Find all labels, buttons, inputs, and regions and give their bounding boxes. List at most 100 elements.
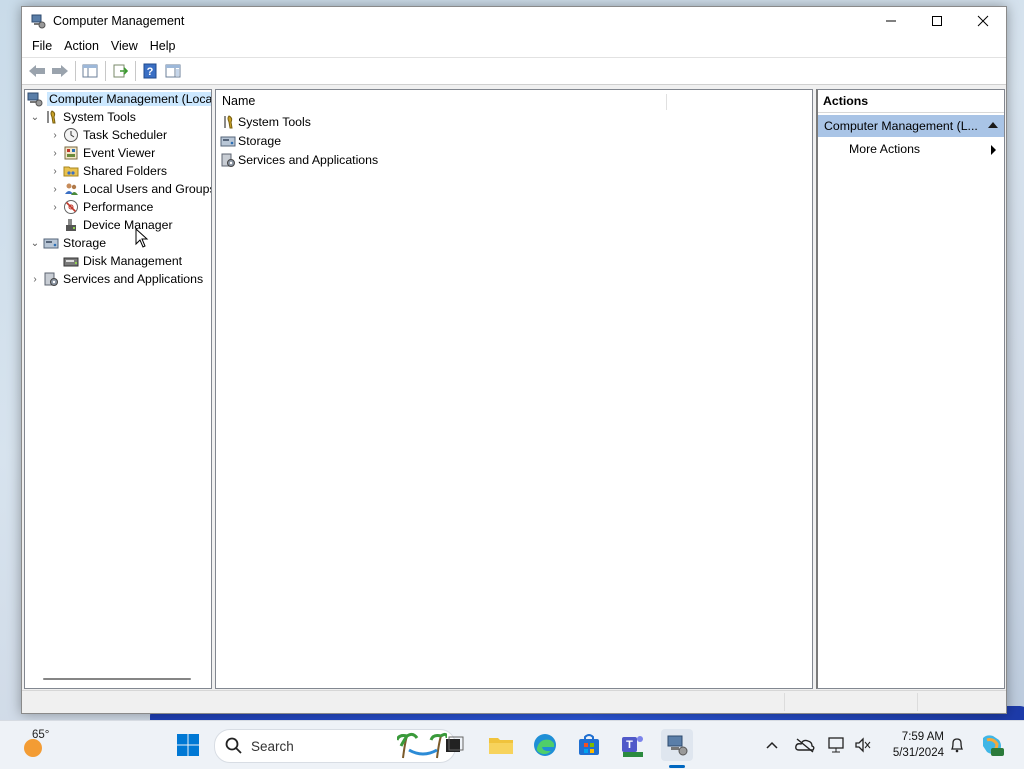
computer-management-icon <box>27 91 43 107</box>
network-icon <box>828 737 844 753</box>
tree-item-event-viewer[interactable]: › Event Viewer <box>47 144 155 162</box>
teams-button[interactable]: T <box>617 729 649 761</box>
expand-chevron-icon[interactable]: › <box>47 148 63 159</box>
onedrive-status[interactable] <box>794 729 816 761</box>
help-button[interactable]: ? <box>139 60 161 82</box>
file-explorer-button[interactable] <box>485 729 517 761</box>
list-item-label: System Tools <box>238 114 311 129</box>
teams-icon: T <box>622 736 643 757</box>
status-segment <box>917 693 1006 711</box>
horizontal-scrollbar[interactable] <box>43 678 191 680</box>
results-pane[interactable]: Name System Tools Storage Services and A… <box>215 89 813 689</box>
tree-label: Computer Management (Local <box>47 92 211 106</box>
back-button[interactable] <box>26 60 48 82</box>
collapse-up-icon[interactable] <box>988 122 998 128</box>
export-list-icon <box>113 64 128 78</box>
tree-item-services-and-applications[interactable]: › Services and Applications <box>27 270 203 288</box>
taskbar-search-box[interactable]: Search <box>214 729 456 763</box>
export-list-button[interactable] <box>109 60 131 82</box>
taskbar-clock[interactable]: 7:59 AM 5/31/2024 <box>880 729 944 761</box>
clock-icon <box>63 127 79 143</box>
copilot-button[interactable] <box>978 729 1006 761</box>
tree-item-task-scheduler[interactable]: › Task Scheduler <box>47 126 167 144</box>
tree-item-performance[interactable]: › Performance <box>47 198 153 216</box>
tree-item-shared-folders[interactable]: › Shared Folders <box>47 162 167 180</box>
notification-bell-icon <box>950 738 964 753</box>
tree-label: Shared Folders <box>83 164 168 178</box>
expand-chevron-icon[interactable]: › <box>47 166 63 177</box>
tree-item-disk-management[interactable]: Disk Management <box>47 252 182 270</box>
forward-arrow-icon <box>52 65 68 77</box>
show-hidden-icons-button[interactable] <box>762 729 782 761</box>
tree-label: Services and Applications <box>63 272 204 286</box>
maximize-icon <box>932 16 942 26</box>
tree-item-local-users-and-groups[interactable]: › Local Users and Groups <box>47 180 212 198</box>
expand-chevron-icon[interactable]: › <box>47 202 63 213</box>
actions-section-computer-management[interactable]: Computer Management (L... <box>818 115 1004 137</box>
submenu-arrow-icon <box>991 145 996 155</box>
tree-label: Event Viewer <box>83 146 156 160</box>
help-icon: ? <box>143 63 157 79</box>
notifications-button[interactable] <box>946 729 968 761</box>
menu-bar: File Action View Help <box>22 35 1006 58</box>
start-button[interactable] <box>172 729 204 761</box>
taskbar: 65° Search T 7:59 AM 5/31/2024 <box>0 720 1024 769</box>
network-status[interactable] <box>826 729 848 761</box>
actions-pane: Actions Computer Management (L... More A… <box>816 89 1005 689</box>
more-actions-label: More Actions <box>849 142 921 156</box>
expand-chevron-icon[interactable]: › <box>47 130 63 141</box>
task-view-icon <box>446 736 464 752</box>
minimize-button[interactable] <box>868 7 914 35</box>
window-title: Computer Management <box>53 14 185 28</box>
list-item-label: Storage <box>238 133 282 148</box>
toolbar-separator <box>135 61 136 81</box>
tools-icon <box>220 114 236 130</box>
column-header-label: Name <box>222 94 256 108</box>
column-header-name[interactable]: Name <box>216 90 812 112</box>
title-bar[interactable]: Computer Management <box>22 7 1006 35</box>
tree-label: Local Users and Groups <box>83 182 212 196</box>
column-divider[interactable] <box>666 94 667 110</box>
collapse-chevron-icon[interactable]: ⌄ <box>27 238 43 249</box>
expand-chevron-icon[interactable]: › <box>47 184 63 195</box>
edge-browser-button[interactable] <box>529 729 561 761</box>
show-hide-action-pane-button[interactable] <box>162 60 184 82</box>
menu-view[interactable]: View <box>105 39 144 53</box>
weather-widget[interactable]: 65° <box>22 729 62 761</box>
expand-chevron-icon[interactable]: › <box>27 274 43 285</box>
shared-folder-icon <box>63 163 79 179</box>
menu-file[interactable]: File <box>26 39 58 53</box>
computer-management-window: Computer Management File Action View Hel… <box>21 6 1007 714</box>
store-icon <box>579 734 599 755</box>
clock-time: 7:59 AM <box>901 731 944 743</box>
tree-item-storage[interactable]: ⌄ Storage <box>27 234 106 252</box>
toolbar: ? <box>22 58 1006 85</box>
tree-item-system-tools[interactable]: ⌄ System Tools <box>27 108 136 126</box>
performance-icon <box>63 199 79 215</box>
microsoft-store-button[interactable] <box>573 729 605 761</box>
console-tree[interactable]: Computer Management (Local ⌄ System Tool… <box>24 89 212 689</box>
tree-root-computer-management[interactable]: Computer Management (Local <box>27 90 211 108</box>
list-item-storage[interactable]: Storage <box>216 131 812 150</box>
forward-button[interactable] <box>49 60 71 82</box>
list-item-services-and-applications[interactable]: Services and Applications <box>216 150 812 169</box>
device-manager-icon <box>63 217 79 233</box>
collapse-chevron-icon[interactable]: ⌄ <box>27 112 43 123</box>
svg-text:T: T <box>626 739 633 751</box>
more-actions-item[interactable]: More Actions <box>818 137 1004 161</box>
task-view-button[interactable] <box>438 729 470 761</box>
list-item-system-tools[interactable]: System Tools <box>216 112 812 131</box>
volume-status[interactable] <box>852 729 874 761</box>
tree-item-device-manager[interactable]: Device Manager <box>47 216 173 234</box>
actions-header: Actions <box>818 90 1004 113</box>
menu-action[interactable]: Action <box>58 39 105 53</box>
toolbar-separator <box>105 61 106 81</box>
menu-help[interactable]: Help <box>144 39 182 53</box>
actions-section-label: Computer Management (L... <box>824 119 978 133</box>
close-button[interactable] <box>960 7 1006 35</box>
maximize-button[interactable] <box>914 7 960 35</box>
computer-management-taskbar-button[interactable] <box>661 729 693 761</box>
tools-icon <box>43 109 59 125</box>
close-icon <box>977 15 989 27</box>
show-hide-console-tree-button[interactable] <box>79 60 101 82</box>
